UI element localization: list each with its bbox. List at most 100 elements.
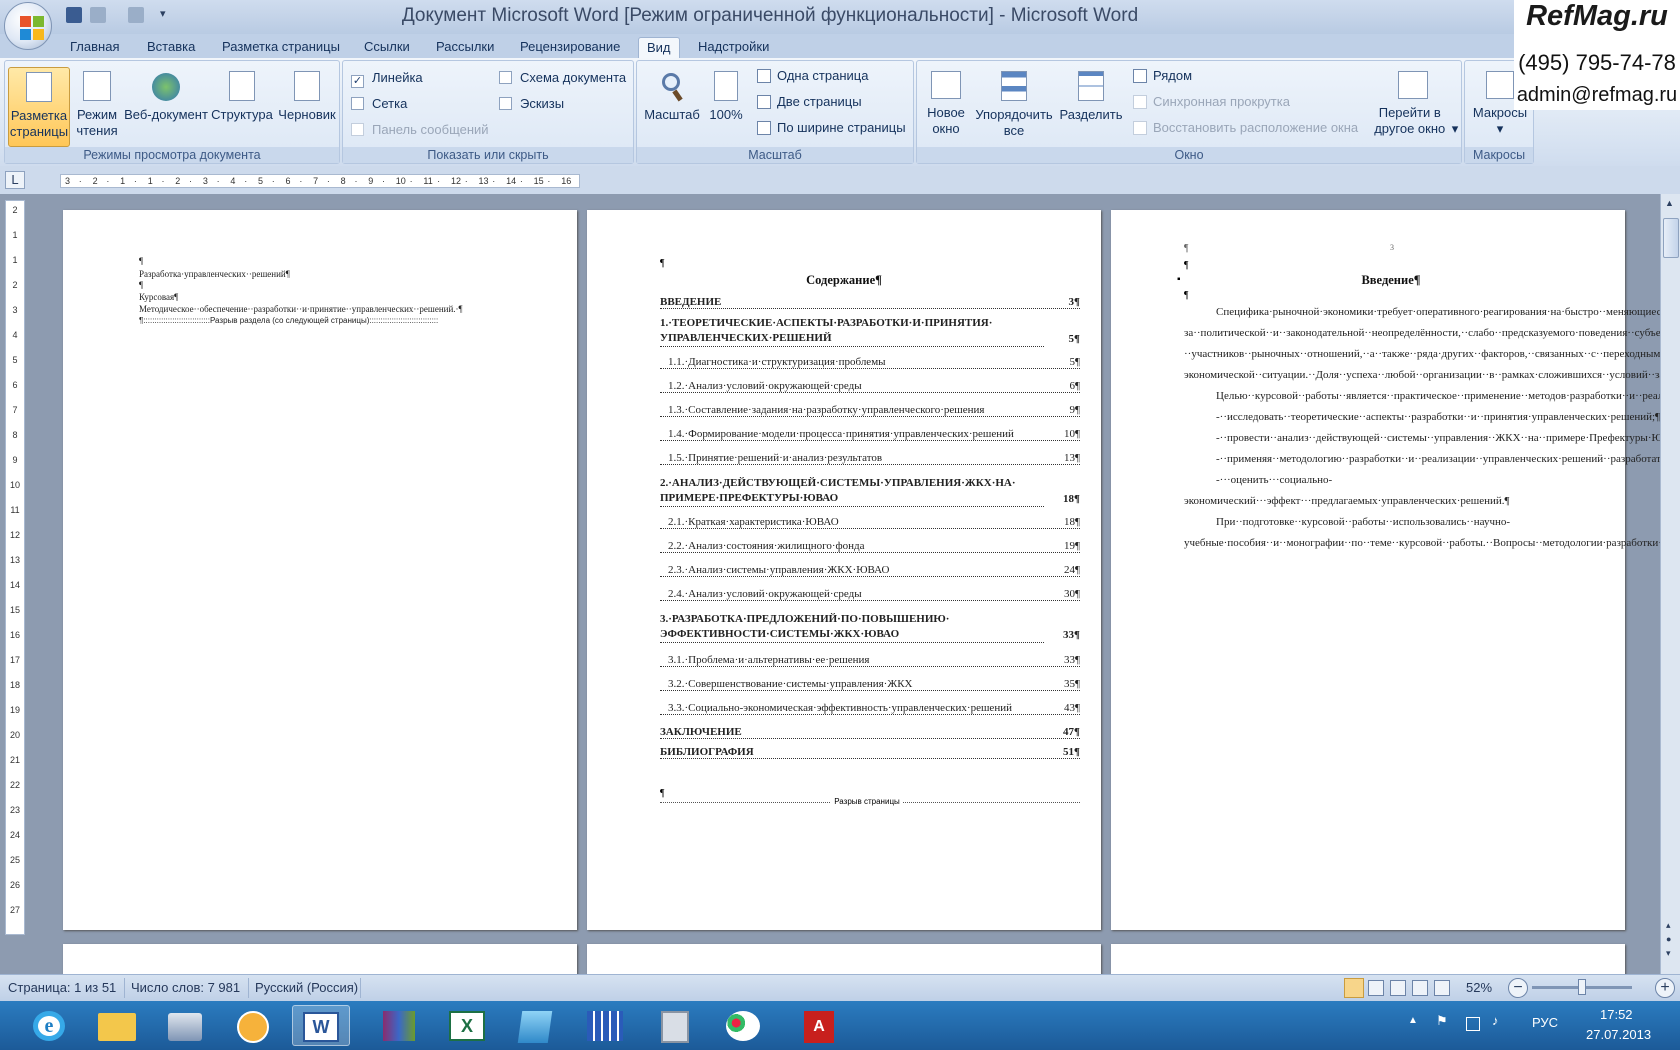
pilcrow: ¶ <box>660 258 665 269</box>
tab-review[interactable]: Рецензирование <box>512 37 628 58</box>
action-center-flag-icon[interactable]: ⚑ <box>1436 1013 1448 1029</box>
toc-entry[interactable]: 2.2.·Анализ·состояния·жилищного·фонда 19¶ <box>660 540 1080 555</box>
page-1[interactable]: ¶ Разработка·управленческих··решений¶ ¶ … <box>63 210 577 930</box>
scrollbar-thumb[interactable] <box>1663 218 1679 258</box>
document-map-checkbox[interactable]: Схема документа <box>499 67 626 89</box>
page-6[interactable] <box>1111 944 1625 974</box>
toc-entry[interactable]: 2.1.·Краткая·характеристика·ЮВАО 18¶ <box>660 516 1080 531</box>
toc-entry[interactable]: 3.3.·Социально-экономическая·эффективнос… <box>660 702 1080 717</box>
toc-entry[interactable]: 3.1.·Проблема·и·альтернативы·ее·решения 3… <box>660 654 1080 669</box>
horizontal-ruler[interactable]: 3 · 2 · 1 · 1 · 2 · 3 · 4 · 5 · 6 · 7 · 8 · 9 · 10 · 11 · 12 · 13 · 14 · 1… <box>60 174 580 188</box>
scroll-up-icon[interactable]: ▲ <box>1665 198 1674 208</box>
tab-insert[interactable]: Вставка <box>139 37 203 58</box>
stack-app-icon[interactable] <box>156 1005 214 1046</box>
arrange-all-button[interactable]: Упорядочить все <box>973 67 1055 139</box>
tab-references[interactable]: Ссылки <box>356 37 418 58</box>
one-page-button[interactable]: Одна страница <box>757 65 868 87</box>
split-button[interactable]: Разделить <box>1055 67 1127 123</box>
zoom-out-icon[interactable]: − <box>1508 978 1528 998</box>
document-area[interactable]: ¶ Разработка·управленческих··решений¶ ¶ … <box>28 194 1660 974</box>
internet-explorer-icon[interactable]: e <box>20 1005 78 1046</box>
clock-app-icon[interactable] <box>224 1005 282 1046</box>
save-icon[interactable] <box>66 7 82 23</box>
toc-entry[interactable]: 1.4.·Формирование·модели·процесса·принят… <box>660 428 1080 443</box>
clock-date[interactable]: 27.07.2013 <box>1586 1027 1651 1042</box>
undo-icon[interactable] <box>90 7 106 23</box>
thumbnails-checkbox[interactable]: Эскизы <box>499 93 564 115</box>
page-width-button[interactable]: По ширине страницы <box>757 117 906 139</box>
zoom-slider-thumb[interactable] <box>1578 979 1586 995</box>
excel-icon[interactable]: X <box>438 1005 496 1046</box>
qat-customize-icon[interactable]: ▾ <box>160 7 166 20</box>
draft-view-icon[interactable] <box>1434 980 1450 996</box>
print-layout-button[interactable]: Разметка страницы <box>8 67 70 147</box>
next-page-icon[interactable]: ▾ <box>1666 948 1671 959</box>
gridlines-checkbox[interactable]: Сетка <box>351 93 407 115</box>
page-5[interactable] <box>587 944 1101 974</box>
winrar-icon[interactable] <box>370 1005 428 1046</box>
vertical-scrollbar[interactable]: ▲ ▴ ● ▾ <box>1660 194 1680 974</box>
office-button[interactable] <box>4 2 52 50</box>
zoom-slider[interactable] <box>1532 979 1632 995</box>
web-layout-button[interactable]: Веб-документ <box>123 67 209 123</box>
clock-time[interactable]: 17:52 <box>1600 1007 1633 1022</box>
toc-entry[interactable]: 3.2.·Совершенствование·системы·управлени… <box>660 678 1080 693</box>
toc-entry[interactable]: 2.4.·Анализ·условий·окружающей·среды 30¶ <box>660 588 1080 603</box>
print-layout-view-icon[interactable] <box>1344 978 1364 998</box>
notes-app-icon[interactable] <box>506 1005 564 1046</box>
toc-entry[interactable]: ВВЕДЕНИЕ 3¶ <box>660 296 1080 311</box>
tab-home[interactable]: Главная <box>62 37 127 58</box>
toc-entry-text: 1.1.·Диагностика·и·структуризация·пробле… <box>668 356 888 368</box>
zoom-button[interactable]: Масштаб <box>641 67 703 123</box>
page-3[interactable]: 3 ¶ ¶ ▪ Введение¶ ¶ Специфика·рыночной·э… <box>1111 210 1660 930</box>
web-view-icon[interactable] <box>1390 980 1406 996</box>
browse-object-icon[interactable]: ● <box>1666 934 1671 944</box>
zoom-in-icon[interactable]: + <box>1655 978 1675 998</box>
page-count-status[interactable]: Страница: 1 из 51 <box>8 980 116 995</box>
new-window-button[interactable]: Новое окно <box>921 67 971 137</box>
toc-entry[interactable]: 3.·РАЗРАБОТКА·ПРЕДЛОЖЕНИЙ·ПО·ПОВЫШЕНИЮ· Э… <box>660 612 1080 643</box>
switch-windows-button[interactable]: Перейти в другое окно ▾ <box>1367 67 1459 137</box>
toc-entry[interactable]: 1.5.·Принятие·решений·и·анализ·результат… <box>660 452 1080 467</box>
tab-selector[interactable]: L <box>5 171 25 189</box>
view-side-by-side-button[interactable]: Рядом <box>1133 65 1192 87</box>
volume-icon[interactable]: ♪ <box>1492 1013 1499 1028</box>
toc-entry[interactable]: 1.·ТЕОРЕТИЧЕСКИЕ·АСПЕКТЫ·РАЗРАБОТКИ·И·ПР… <box>660 316 1080 347</box>
paint-icon[interactable] <box>714 1005 772 1046</box>
page-2[interactable]: ¶ Содержание¶ ВВЕДЕНИЕ 3¶ 1.·ТЕОРЕТИЧЕСКИЕ… <box>587 210 1101 930</box>
two-pages-button[interactable]: Две страницы <box>757 91 862 113</box>
reading-view-icon[interactable] <box>1368 980 1384 996</box>
zoom-level[interactable]: 52% <box>1466 980 1492 995</box>
tray-overflow-icon[interactable]: ▲ <box>1408 1015 1418 1026</box>
previous-page-icon[interactable]: ▴ <box>1666 920 1671 931</box>
toc-entry[interactable]: БИБЛИОГРАФИЯ 51¶ <box>660 746 1080 761</box>
input-language[interactable]: РУС <box>1532 1015 1558 1030</box>
ruler-checkbox[interactable]: ✓ Линейка <box>351 67 423 89</box>
tab-page-layout[interactable]: Разметка страницы <box>214 37 348 58</box>
calculator-icon[interactable] <box>646 1005 704 1046</box>
word-taskbar-icon[interactable]: W <box>292 1005 350 1046</box>
file-explorer-icon[interactable] <box>88 1005 146 1046</box>
language-status[interactable]: Русский (Россия) <box>255 980 358 995</box>
outline-button[interactable]: Структура <box>210 67 274 123</box>
toc-entry[interactable]: 1.2.·Анализ·условий·окружающей·среды 6¶ <box>660 380 1080 395</box>
word-count-status[interactable]: Число слов: 7 981 <box>131 980 240 995</box>
toc-entry[interactable]: 2.3.·Анализ·системы·управления·ЖКХ·ЮВАО 2… <box>660 564 1080 579</box>
books-app-icon[interactable] <box>576 1005 634 1046</box>
toc-entry[interactable]: 1.1.·Диагностика·и·структуризация·пробле… <box>660 356 1080 371</box>
draft-button[interactable]: Черновик <box>275 67 339 123</box>
full-screen-reading-button[interactable]: Режим чтения <box>73 67 121 139</box>
zoom-100-button[interactable]: 100% <box>705 67 747 123</box>
tab-mailings[interactable]: Рассылки <box>428 37 502 58</box>
toc-entry[interactable]: 1.3.·Составление·задания·на·разработку·у… <box>660 404 1080 419</box>
toc-entry[interactable]: 2.·АНАЛИЗ·ДЕЙСТВУЮЩЕЙ·СИСТЕМЫ·УПРАВЛЕНИЯ… <box>660 476 1080 507</box>
outline-view-icon[interactable] <box>1412 980 1428 996</box>
tab-view[interactable]: Вид <box>638 37 680 58</box>
page-4[interactable] <box>63 944 577 974</box>
redo-icon[interactable] <box>128 7 144 23</box>
pdf-reader-icon[interactable]: A <box>790 1005 848 1046</box>
network-icon[interactable] <box>1466 1017 1480 1031</box>
vertical-ruler[interactable]: 2 1 1 2 3 4 5 6 7 8 9 10 11 12 13 14 15 16 17 18 19 20 21 22 23 2… <box>5 200 25 935</box>
toc-entry[interactable]: ЗАКЛЮЧЕНИЕ 47¶ <box>660 726 1080 741</box>
tab-addins[interactable]: Надстройки <box>690 37 777 58</box>
